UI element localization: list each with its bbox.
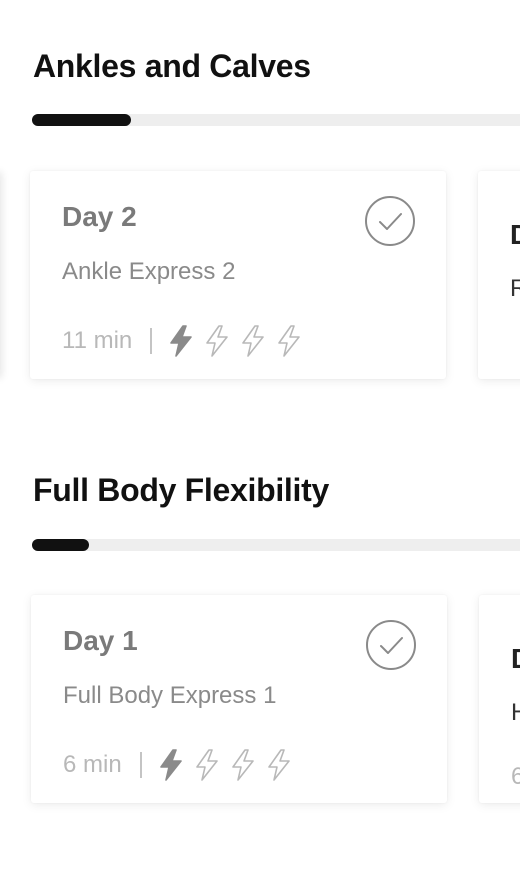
- lightning-bolt-icon: [228, 748, 258, 782]
- intensity-rating: [166, 324, 310, 358]
- workout-programs-screen: Ankles and Calves Day 2 Ankle Express 2 …: [0, 0, 520, 869]
- workout-day-label: Day 2: [511, 643, 520, 675]
- completed-check-icon: [364, 195, 416, 247]
- program-progress-bar: [32, 114, 520, 126]
- workout-card[interactable]: Day 1 Full Body Express 1 6 min: [31, 595, 447, 803]
- workout-name: Resistance Ankles: [510, 275, 520, 302]
- lightning-bolt-icon: [238, 324, 268, 358]
- program-progress-bar: [32, 539, 520, 551]
- lightning-bolt-icon: [274, 324, 304, 358]
- section-title: Ankles and Calves: [33, 48, 311, 84]
- lightning-bolt-icon: [192, 748, 222, 782]
- workout-duration: 6 min: [511, 763, 520, 790]
- meta-divider: [139, 752, 142, 778]
- program-progress-fill: [32, 539, 89, 551]
- lightning-bolt-icon: [264, 748, 294, 782]
- workout-name: Hips and Hamstrings: [511, 699, 520, 726]
- workout-day-label: Day 1: [63, 625, 138, 656]
- section-title: Full Body Flexibility: [33, 472, 329, 508]
- lightning-bolt-filled-icon: [166, 324, 196, 358]
- next-workout-card[interactable]: Day 2 Hips and Hamstrings 6 min: [479, 595, 520, 803]
- lightning-bolt-icon: [202, 324, 232, 358]
- workout-duration: 6 min: [63, 751, 122, 778]
- intensity-rating: [156, 748, 300, 782]
- next-workout-card[interactable]: Day 3 Resistance Ankles: [478, 171, 520, 379]
- workout-meta: 11 min: [62, 323, 310, 359]
- workout-name: Full Body Express 1: [63, 682, 277, 709]
- workout-day-label: Day 3: [510, 219, 520, 251]
- completed-check-icon: [365, 619, 417, 671]
- meta-divider: [150, 328, 153, 354]
- workout-card[interactable]: Day 2 Ankle Express 2 11 min: [30, 171, 446, 379]
- program-progress-fill: [32, 114, 131, 126]
- workout-meta: 6 min: [63, 747, 300, 783]
- lightning-bolt-filled-icon: [156, 748, 186, 782]
- workout-day-label: Day 2: [62, 201, 137, 232]
- workout-duration: 11 min: [62, 327, 133, 354]
- workout-name: Ankle Express 2: [62, 258, 236, 285]
